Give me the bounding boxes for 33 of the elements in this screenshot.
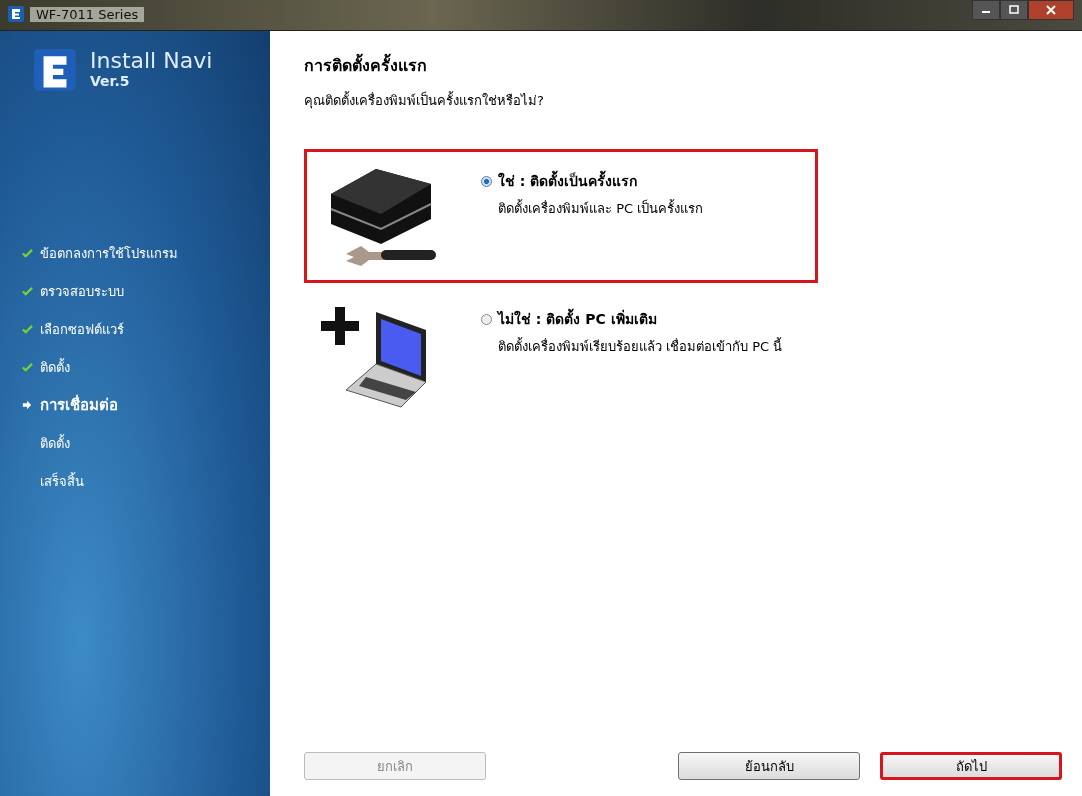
- step-label: การเชื่อมต่อ: [40, 393, 118, 416]
- step-label: เลือกซอฟต์แวร์: [40, 320, 124, 339]
- checkmark-icon: [22, 285, 33, 297]
- app-name: Install Navi: [90, 49, 213, 74]
- option-panel[interactable]: ใช่ : ติดตั้งเป็นครั้งแรก ติดตั้งเครื่องพิมพ์และ PC เป็นครั้งแรก: [304, 149, 818, 283]
- question-text: คุณติดตั้งเครื่องพิมพ์เป็นครั้งแรกใช่หรือไม่?: [304, 90, 545, 111]
- maximize-button[interactable]: [1000, 0, 1028, 20]
- close-button[interactable]: [1028, 0, 1074, 20]
- checkmark-icon: [22, 247, 33, 259]
- dialog-button[interactable]: ย้อนกลับ: [678, 752, 860, 780]
- radio-button[interactable]: [481, 175, 492, 187]
- app-icon: [8, 6, 24, 22]
- option-description: ติดตั้งเครื่องพิมพ์และ PC เป็นครั้งแรก: [497, 198, 704, 218]
- arrow-icon: [22, 400, 32, 410]
- step-label: ติดตั้ง: [40, 433, 70, 453]
- page-heading: การติดตั้งครั้งแรก: [304, 53, 1062, 78]
- step-label: ตรวจสอบระบบ: [40, 282, 124, 301]
- minimize-button[interactable]: [972, 0, 1000, 20]
- dialog-button[interactable]: ถัดไป: [880, 752, 1062, 780]
- checkmark-icon: [22, 361, 33, 373]
- checkmark-icon: [22, 323, 33, 335]
- window-title: WF-7011 Series: [30, 6, 145, 22]
- radio-button[interactable]: [481, 313, 492, 325]
- close-icon: [1046, 5, 1056, 15]
- option-label: ใช่ : ติดตั้งเป็นครั้งแรก: [498, 170, 638, 192]
- option-description: ติดตั้งเครื่องพิมพ์เรียบร้อยแล้ว เชื่อมต่อเข้ากับ PC นี้: [497, 336, 783, 356]
- option-label: ไม่ใช่ : ติดตั้ง PC เพิ่มเติม: [498, 308, 657, 330]
- option-panel[interactable]: ไม่ใช่ : ติดตั้ง PC เพิ่มเติม ติดตั้งเครื่องพิมพ์เรียบร้อยแล้ว เชื่อมต่อเข้ากับ PC นี้: [304, 287, 818, 421]
- version-label: Ver.5: [90, 73, 131, 90]
- step-label: ข้อตกลงการใช้โปรแกรม: [40, 244, 178, 263]
- step-label: ติดตั้ง: [40, 357, 70, 377]
- step-label: เสร็จสิ้น: [40, 471, 84, 491]
- maximize-icon: [1009, 5, 1019, 15]
